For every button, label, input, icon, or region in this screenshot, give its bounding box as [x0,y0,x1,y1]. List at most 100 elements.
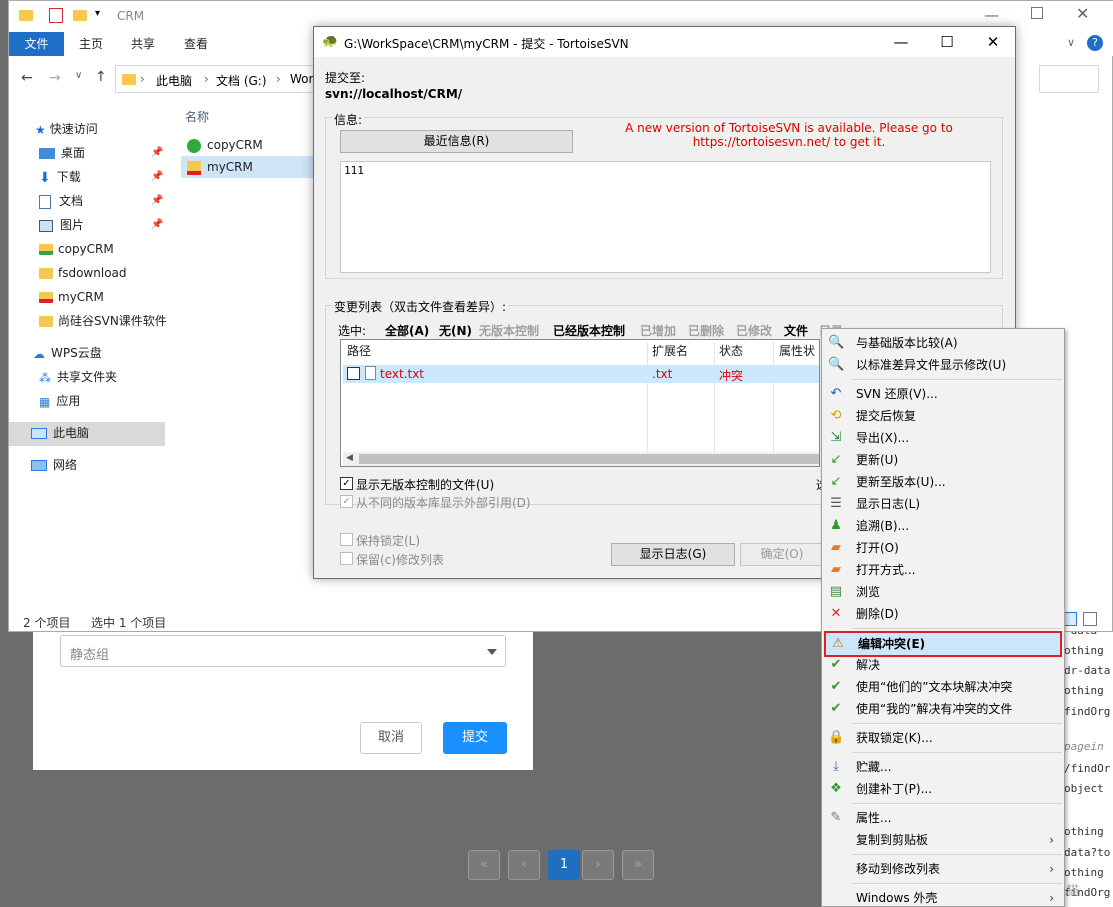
menu-item-update-to-revision[interactable]: ↙ 更新至版本(U)... [822,471,1064,493]
select-files-link[interactable]: 文件 [784,322,808,339]
sidebar-item-this-pc[interactable]: 此电脑 [31,422,89,444]
close-icon[interactable]: ✕ [1076,4,1089,23]
menu-item-get-lock[interactable]: 🔒 获取锁定(K)... [822,727,1064,749]
menu-item-move-to-changelist[interactable]: 移动到修改列表 › [822,858,1064,880]
select-unversioned-link[interactable]: 无版本控制 [479,322,539,339]
select-versioned-link[interactable]: 已经版本控制 [553,322,625,339]
menu-item-open[interactable]: ▰ 打开(O) [822,537,1064,559]
show-log-button[interactable]: 显示日志(G) [611,543,735,566]
recent-messages-button[interactable]: 最近信息(R) [340,130,573,153]
update-notice-line2[interactable]: https://tortoisesvn.net/ to get it. [594,135,984,149]
menu-item-restore-after-commit[interactable]: ⟲ 提交后恢复 [822,405,1064,427]
menu-item-unified-diff[interactable]: 🔍 以标准差异文件显示修改(U) [822,354,1064,376]
ribbon-expand-icon[interactable]: ∨ [1067,36,1075,49]
changes-list[interactable]: 路径 扩展名 状态 属性状态 text.txt .txt 冲突 ◀ [340,339,820,467]
menu-item-open-with[interactable]: ▰ 打开方式... [822,559,1064,581]
scrollbar-thumb[interactable] [359,454,819,464]
menu-item-revert[interactable]: ↶ SVN 还原(V)... [822,383,1064,405]
menu-item-resolve-mine[interactable]: ✔ 使用“我的”解决有冲突的文件 [822,698,1064,720]
list-item[interactable]: copyCRM [187,134,263,156]
menu-item-delete[interactable]: ✕ 删除(D) [822,603,1064,625]
horizontal-scrollbar[interactable]: ◀ [343,452,819,466]
tab-file[interactable]: 文件 [9,32,64,56]
sidebar-item-apps[interactable]: ▦ 应用 [39,390,80,412]
pin-icon[interactable]: 📌 [151,147,163,158]
select-modified-link[interactable]: 已修改 [736,322,772,339]
select-deleted-link[interactable]: 已删除 [688,322,724,339]
sidebar-item-downloads[interactable]: ⬇ 下载 [39,166,81,188]
menu-item-properties[interactable]: ✎ 属性... [822,807,1064,829]
select-all-link[interactable]: 全部(A) [385,322,429,339]
column-header-status[interactable]: 状态 [719,340,743,362]
menu-item-show-log[interactable]: ☰ 显示日志(L) [822,493,1064,515]
sidebar-item-desktop[interactable]: 桌面 [39,142,85,164]
checkbox-checked-icon[interactable]: ✓ [340,477,353,490]
column-header-prop-status[interactable]: 属性状态 [779,340,819,380]
pin-icon[interactable]: 📌 [151,195,163,206]
sidebar-item-quick-access[interactable]: ★ 快速访问 [35,118,98,140]
first-page-button[interactable]: « [468,850,500,880]
maximize-icon[interactable]: ☐ [924,27,970,57]
forward-arrow-icon[interactable]: → [49,70,61,86]
menu-item-browse[interactable]: ▤ 浏览 [822,581,1064,603]
list-item[interactable]: myCRM [187,156,253,178]
page-number-button[interactable]: 1 [548,850,580,880]
menu-item-blame[interactable]: ♟ 追溯(B)... [822,515,1064,537]
column-header-ext[interactable]: 扩展名 [652,340,688,362]
sidebar-item-shared-folder[interactable]: ⁂ 共享文件夹 [39,366,117,388]
group-select[interactable]: 静态组 [60,635,506,667]
sidebar-item-documents[interactable]: 文档 [39,190,83,212]
quick-access-dropdown-icon[interactable]: ▾ [95,8,100,19]
commit-message-input[interactable]: 111 [340,161,991,273]
last-page-button[interactable]: » [622,850,654,880]
menu-item-export[interactable]: ⇲ 导出(X)... [822,427,1064,449]
column-header-name[interactable]: 名称 [185,108,209,125]
menu-item-shelve[interactable]: ⤓ 贮藏... [822,756,1064,778]
pin-icon[interactable]: 📌 [151,219,163,230]
table-row[interactable]: text.txt .txt 冲突 [343,365,819,383]
menu-item-copy-to-clipboard[interactable]: 复制到剪贴板 › [822,829,1064,851]
back-arrow-icon[interactable]: ← [21,70,33,86]
close-icon[interactable]: ✕ [970,27,1016,57]
large-icons-view-icon[interactable] [1083,612,1097,626]
column-header-path[interactable]: 路径 [347,340,371,362]
menu-item-diff-base[interactable]: 🔍 与基础版本比较(A) [822,332,1064,354]
recent-dropdown-icon[interactable]: ∨ [75,70,82,81]
scroll-left-icon[interactable]: ◀ [346,453,353,463]
maximize-icon[interactable] [1031,7,1043,19]
select-none-link[interactable]: 无(N) [439,322,472,339]
sidebar-item-fsdownload[interactable]: fsdownload [39,262,127,284]
cancel-button[interactable]: 取消 [360,722,422,754]
select-added-link[interactable]: 已增加 [640,322,676,339]
minimize-icon[interactable]: — [984,6,999,24]
minimize-icon[interactable]: — [878,27,924,57]
submit-button[interactable]: 提交 [443,722,507,754]
sidebar-item-copycrm[interactable]: copyCRM [39,238,114,260]
sidebar-item-network[interactable]: 网络 [31,454,77,476]
address-bar[interactable]: › 此电脑 › 文档 (G:) › Wor [115,65,335,93]
breadcrumb-workspace[interactable]: Wor [290,72,313,86]
row-checkbox[interactable] [347,367,360,380]
tab-home[interactable]: 主页 [79,32,103,56]
menu-item-windows-shell[interactable]: Windows 外壳 › [822,887,1064,907]
ok-button[interactable]: 确定(O) [740,543,824,566]
menu-item-resolve-theirs[interactable]: ✔ 使用“他们的”文本块解决冲突 [822,676,1064,698]
menu-item-create-patch[interactable]: ❖ 创建补丁(P)... [822,778,1064,800]
sidebar-item-wps-cloud[interactable]: ☁ WPS云盘 [33,342,102,364]
help-icon[interactable]: ? [1087,35,1103,51]
new-folder-icon[interactable] [73,10,87,21]
prev-page-button[interactable]: ‹ [508,850,540,880]
search-input[interactable] [1039,65,1099,93]
sidebar-item-mycrm[interactable]: myCRM [39,286,104,308]
properties-icon[interactable] [49,8,63,23]
menu-item-update[interactable]: ↙ 更新(U) [822,449,1064,471]
tab-view[interactable]: 查看 [184,32,208,56]
sidebar-item-svn-course[interactable]: 尚硅谷SVN课件软件 [39,310,174,332]
details-view-icon[interactable] [1063,612,1077,626]
next-page-button[interactable]: › [582,850,614,880]
sidebar-item-pictures[interactable]: 图片 [39,214,84,236]
breadcrumb-this-pc[interactable]: 此电脑 [156,72,192,89]
menu-item-resolve[interactable]: ✔ 解决 [822,654,1064,676]
pin-icon[interactable]: 📌 [151,171,163,182]
tab-share[interactable]: 共享 [131,32,155,56]
